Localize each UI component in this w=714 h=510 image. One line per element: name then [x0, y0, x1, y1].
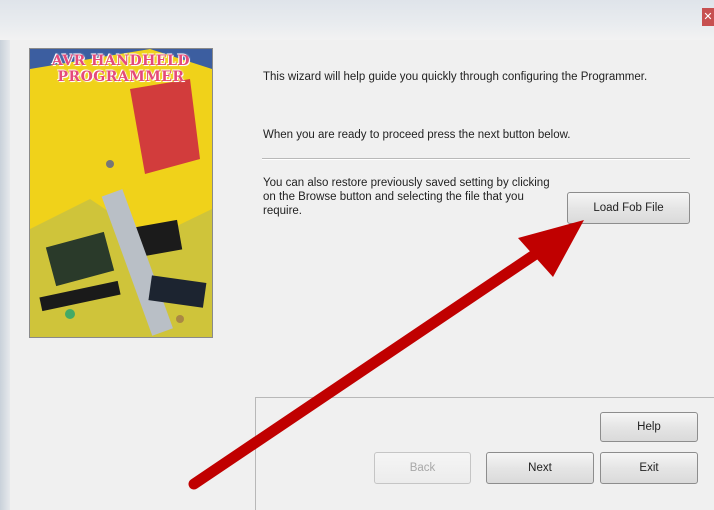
title-bar: ✕	[0, 0, 714, 40]
exit-button[interactable]: Exit	[600, 452, 698, 484]
product-banner-image: AVR HANDHELD PROGRAMMER	[29, 48, 213, 338]
intro-text: This wizard will help guide you quickly …	[263, 71, 648, 83]
banner-title: AVR HANDHELD PROGRAMMER	[30, 53, 212, 85]
back-button[interactable]: Back	[374, 452, 471, 484]
load-fob-file-button[interactable]: Load Fob File	[567, 192, 690, 224]
next-button[interactable]: Next	[486, 452, 594, 484]
close-icon[interactable]: ✕	[702, 8, 714, 26]
wizard-window: ✕ AVR HANDHELD PROGRAMMER This wizard wi…	[0, 0, 714, 510]
proceed-text: When you are ready to proceed press the …	[263, 129, 571, 141]
restore-text: You can also restore previously saved se…	[263, 177, 550, 217]
banner-title-line1: AVR HANDHELD	[51, 53, 191, 69]
wizard-content: AVR HANDHELD PROGRAMMER This wizard will…	[10, 40, 714, 510]
separator-line	[262, 158, 690, 160]
circuit-board-photo	[30, 49, 212, 337]
help-button[interactable]: Help	[600, 412, 698, 442]
window-frame	[0, 40, 10, 510]
banner-title-line2: PROGRAMMER	[57, 69, 185, 85]
